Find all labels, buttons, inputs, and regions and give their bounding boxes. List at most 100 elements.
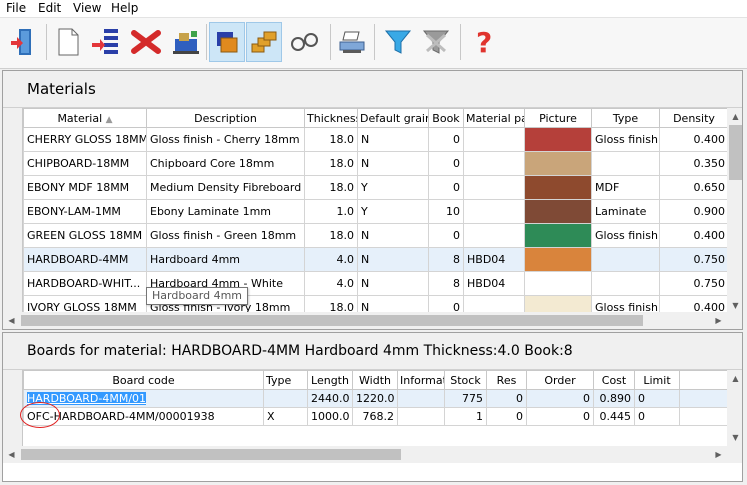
information-cell[interactable] [397, 407, 445, 426]
col-type[interactable]: Type [263, 370, 308, 390]
book-cell[interactable]: 0 [428, 175, 464, 200]
col-res[interactable]: Res [486, 370, 527, 390]
description-cell[interactable]: Ebony Laminate 1mm [146, 199, 305, 224]
scroll-down-icon[interactable]: ▼ [727, 429, 742, 446]
col-thickness[interactable]: Thickness [304, 108, 358, 128]
board-row[interactable]: HARDBOARD-4MM/012440.01220.0775000.89001… [23, 389, 742, 408]
exit-button[interactable] [4, 22, 40, 62]
picture-cell[interactable] [524, 175, 592, 200]
type-cell[interactable]: Laminate [591, 199, 660, 224]
picture-cell[interactable] [524, 127, 592, 152]
material-parent-cell[interactable]: HBD04 [463, 247, 525, 272]
materials-horizontal-scrollbar[interactable]: ◀ ▶ [3, 312, 742, 329]
view-button[interactable] [286, 22, 322, 62]
material-row[interactable]: EBONY MDF 18MM Medium Density Fibreboard … [23, 175, 729, 200]
type-cell[interactable]: MDF [591, 175, 660, 200]
length-cell[interactable]: 2440.0 [307, 389, 353, 408]
scroll-thumb[interactable] [729, 125, 742, 180]
material-cell[interactable]: EBONY MDF 18MM [23, 175, 147, 200]
material-row[interactable]: HARDBOARD-WHIT... Hardboard 4mm - White 4.… [23, 271, 729, 296]
col-material-parent[interactable]: Material par [463, 108, 525, 128]
book-cell[interactable]: 8 [428, 247, 464, 272]
help-button[interactable]: ? [466, 22, 502, 62]
import-button[interactable] [88, 22, 124, 62]
material-row[interactable]: CHERRY GLOSS 18MM Gloss finish - Cherry 1… [23, 127, 729, 152]
material-cell[interactable]: HARDBOARD-4MM [23, 247, 147, 272]
scroll-left-icon[interactable]: ◀ [3, 312, 20, 329]
grain-cell[interactable]: N [357, 271, 429, 296]
grain-cell[interactable]: N [357, 151, 429, 176]
thickness-cell[interactable]: 18.0 [304, 175, 358, 200]
picture-cell[interactable] [524, 151, 592, 176]
material-row[interactable]: GREEN GLOSS 18MM Gloss finish - Green 18m… [23, 223, 729, 248]
materials-vertical-scrollbar[interactable]: ▲ ▼ [727, 108, 742, 314]
book-cell[interactable]: 10 [428, 199, 464, 224]
new-button[interactable] [50, 22, 86, 62]
board-code-cell[interactable]: HARDBOARD-4MM/01 [23, 389, 264, 408]
menu-view[interactable]: View [73, 1, 101, 15]
scroll-left-icon[interactable]: ◀ [3, 446, 20, 463]
boards-horizontal-scrollbar[interactable]: ◀ ▶ [3, 446, 742, 463]
stock-cell[interactable]: 1 [444, 407, 487, 426]
picture-cell[interactable] [524, 271, 592, 296]
material-row[interactable]: CHIPBOARD-18MM Chipboard Core 18mm 18.0 N 0 0… [23, 151, 729, 176]
col-book[interactable]: Book [428, 108, 464, 128]
grain-cell[interactable]: N [357, 223, 429, 248]
menu-edit[interactable]: Edit [38, 1, 61, 15]
material-parent-cell[interactable]: HBD04 [463, 271, 525, 296]
limit-cell[interactable]: 0 [634, 389, 680, 408]
density-cell[interactable]: 0.400 [659, 127, 729, 152]
material-cell[interactable]: CHIPBOARD-18MM [23, 151, 147, 176]
thickness-cell[interactable]: 4.0 [304, 271, 358, 296]
book-cell[interactable]: 8 [428, 271, 464, 296]
type-cell[interactable] [591, 247, 660, 272]
material-row[interactable]: HARDBOARD-4MM Hardboard 4mm 4.0 N 8 HBD04 0.75… [23, 247, 729, 272]
book-cell[interactable]: 0 [428, 223, 464, 248]
print-button[interactable] [334, 22, 370, 62]
description-cell[interactable]: Hardboard 4mm [146, 247, 305, 272]
scroll-right-icon[interactable]: ▶ [710, 312, 727, 329]
length-cell[interactable]: 1000.0 [307, 407, 353, 426]
material-cell[interactable]: EBONY-LAM-1MM [23, 199, 147, 224]
res-cell[interactable]: 0 [486, 389, 527, 408]
width-cell[interactable]: 768.2 [352, 407, 398, 426]
type-cell[interactable]: Gloss finish [591, 223, 660, 248]
description-cell[interactable]: Chipboard Core 18mm [146, 151, 305, 176]
thickness-cell[interactable]: 18.0 [304, 223, 358, 248]
density-cell[interactable]: 0.650 [659, 175, 729, 200]
col-order[interactable]: Order [526, 370, 594, 390]
material-parent-cell[interactable] [463, 175, 525, 200]
material-parent-cell[interactable] [463, 199, 525, 224]
cost-cell[interactable]: 0.445 [593, 407, 635, 426]
material-parent-cell[interactable] [463, 223, 525, 248]
scroll-thumb[interactable] [21, 315, 643, 326]
boards-vertical-scrollbar[interactable]: ▲ ▼ [727, 370, 742, 446]
cost-cell[interactable]: 0.890 [593, 389, 635, 408]
thickness-cell[interactable]: 1.0 [304, 199, 358, 224]
limit-cell[interactable]: 0 [634, 407, 680, 426]
material-parent-cell[interactable] [463, 127, 525, 152]
density-cell[interactable]: 0.750 [659, 271, 729, 296]
delete-button[interactable] [128, 22, 164, 62]
col-information[interactable]: Informati [397, 370, 445, 390]
grain-cell[interactable]: Y [357, 175, 429, 200]
col-type[interactable]: Type [591, 108, 660, 128]
col-density[interactable]: Density [659, 108, 729, 128]
material-cell[interactable]: GREEN GLOSS 18MM [23, 223, 147, 248]
scroll-right-icon[interactable]: ▶ [710, 446, 727, 463]
boards-button[interactable] [209, 22, 245, 62]
scroll-up-icon[interactable]: ▲ [727, 108, 742, 125]
picture-cell[interactable] [524, 223, 592, 248]
book-cell[interactable]: 0 [428, 151, 464, 176]
information-cell[interactable] [397, 389, 445, 408]
col-board-code[interactable]: Board code [23, 370, 264, 390]
col-default-grain[interactable]: Default grain [357, 108, 429, 128]
res-cell[interactable]: 0 [486, 407, 527, 426]
col-length[interactable]: Length [307, 370, 353, 390]
order-cell[interactable]: 0 [526, 407, 594, 426]
clear-filter-button[interactable] [418, 22, 454, 62]
menu-help[interactable]: Help [111, 1, 138, 15]
description-cell[interactable]: Gloss finish - Cherry 18mm [146, 127, 305, 152]
type-cell[interactable]: Gloss finish [591, 127, 660, 152]
type-cell[interactable] [591, 151, 660, 176]
